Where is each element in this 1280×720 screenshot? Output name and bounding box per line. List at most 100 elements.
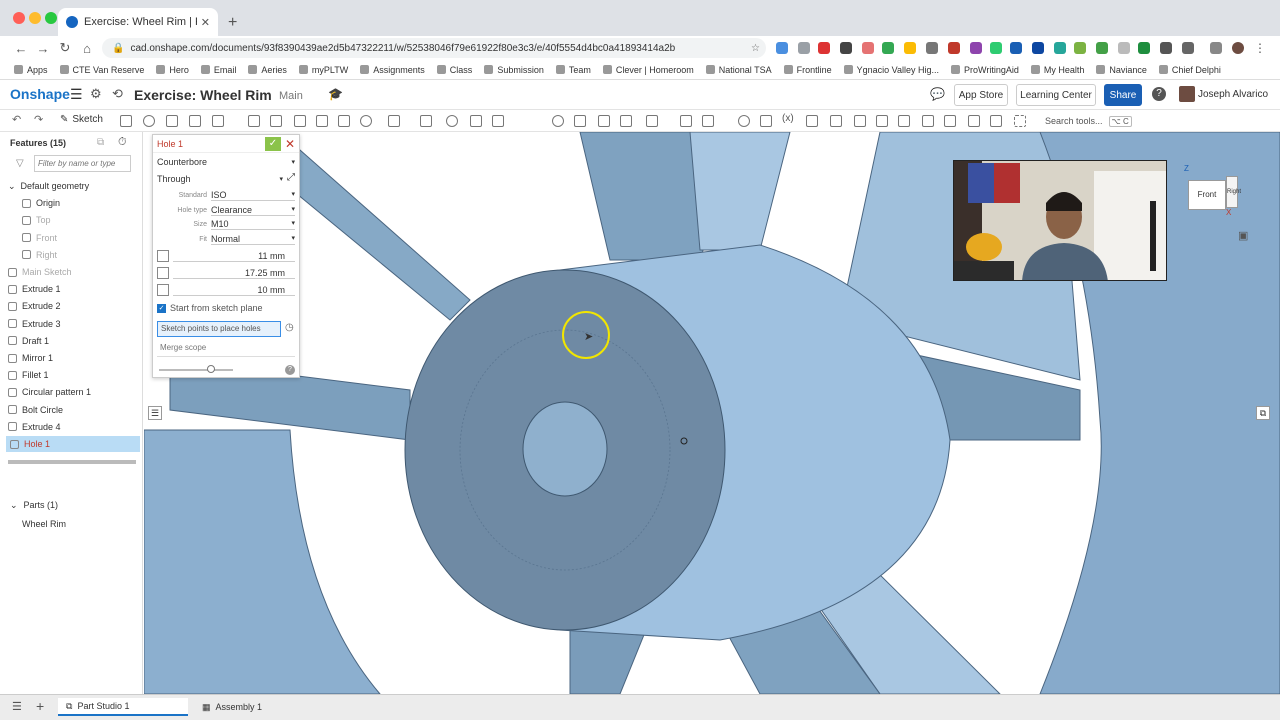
- cancel-x-icon[interactable]: ✕: [285, 137, 295, 151]
- extension-icon[interactable]: [1054, 42, 1066, 54]
- sweep-icon[interactable]: [166, 115, 178, 127]
- feature-item[interactable]: Bolt Circle: [8, 402, 63, 418]
- extension-icon[interactable]: [776, 42, 788, 54]
- helix-icon[interactable]: [738, 115, 750, 127]
- extension-icon[interactable]: [1160, 42, 1172, 54]
- close-window-button[interactable]: [13, 12, 25, 24]
- feature-item[interactable]: Draft 1: [8, 333, 49, 349]
- boolean-icon[interactable]: [446, 115, 458, 127]
- flip-direction-icon[interactable]: ⤢: [287, 172, 295, 183]
- draft-icon[interactable]: [294, 115, 306, 127]
- feature-item[interactable]: Fillet 1: [8, 367, 49, 383]
- fillet-icon[interactable]: [248, 115, 260, 127]
- extrude-icon[interactable]: [120, 115, 132, 127]
- sketch-button[interactable]: ✎ Sketch: [60, 114, 103, 125]
- bookmark-item[interactable]: ProWritingAid: [951, 65, 1019, 75]
- bookmark-item[interactable]: Naviance: [1096, 65, 1147, 75]
- feature-item[interactable]: ⌄ Default geometry: [8, 178, 89, 194]
- scope-slider[interactable]: [159, 365, 233, 373]
- view-cube-front-face[interactable]: Front: [1188, 180, 1226, 210]
- bookmark-item[interactable]: Aeries: [248, 65, 287, 75]
- hole-type-row[interactable]: Hole type Clearance ▾: [157, 203, 295, 217]
- variable-icon[interactable]: (x): [782, 113, 794, 124]
- view-cube[interactable]: Z Front Right X: [1184, 160, 1248, 217]
- thicken-icon[interactable]: [212, 115, 224, 127]
- extension-icon[interactable]: [904, 42, 916, 54]
- extension-icon[interactable]: [926, 42, 938, 54]
- extension-icon[interactable]: [1138, 42, 1150, 54]
- custom-feature-icon[interactable]: [1014, 115, 1026, 127]
- chrome-menu-icon[interactable]: ⋮: [1254, 42, 1266, 54]
- extension-icon[interactable]: [798, 42, 810, 54]
- url-field[interactable]: 🔒 cad.onshape.com/documents/93f8390439ae…: [102, 38, 766, 58]
- add-feature-icon[interactable]: ⧉: [97, 137, 104, 148]
- delete-part-icon[interactable]: [552, 115, 564, 127]
- feature-item[interactable]: Mirror 1: [8, 350, 53, 366]
- share-button[interactable]: Share: [1104, 84, 1142, 106]
- comments-icon[interactable]: 💬: [930, 87, 945, 101]
- merge-scope-field[interactable]: Merge scope: [157, 343, 295, 357]
- search-tools-field[interactable]: Search tools... ⌥ C: [1040, 112, 1132, 130]
- checkbox-checked-icon[interactable]: ✓: [157, 303, 166, 313]
- counterbore-diameter-field[interactable]: 17.25 mm: [157, 266, 295, 280]
- slider-thumb[interactable]: [206, 365, 215, 373]
- fit-spline-icon[interactable]: [760, 115, 772, 127]
- extension-icon[interactable]: [1096, 42, 1108, 54]
- user-avatar[interactable]: [1179, 86, 1195, 102]
- view-options-cube-icon[interactable]: ▣: [1238, 229, 1248, 242]
- bookmark-star-icon[interactable]: ☆: [751, 43, 760, 54]
- learning-center-button[interactable]: Learning Center: [1016, 84, 1096, 106]
- pattern-icon[interactable]: [388, 115, 400, 127]
- bookmark-item[interactable]: CTE Van Reserve: [59, 65, 144, 75]
- parts-header[interactable]: ⌄ Parts (1): [10, 500, 58, 511]
- extension-icon[interactable]: [948, 42, 960, 54]
- clock-icon[interactable]: ◷: [285, 322, 294, 333]
- bend-relief-icon[interactable]: [968, 115, 980, 127]
- tab-list-icon[interactable]: ☰: [12, 700, 22, 713]
- onshape-logo[interactable]: Onshape: [10, 86, 70, 102]
- bookmark-item[interactable]: Email: [200, 65, 236, 75]
- mate-connector-icon[interactable]: [702, 115, 714, 127]
- bookmark-item[interactable]: My Health: [1030, 65, 1084, 75]
- help-icon[interactable]: ?: [1152, 87, 1166, 101]
- forward-icon[interactable]: →: [32, 41, 54, 56]
- app-store-button[interactable]: App Store: [954, 84, 1008, 106]
- tab-close-icon[interactable]: ✕: [201, 16, 210, 29]
- rollback-clock-icon[interactable]: ⏱: [118, 136, 127, 149]
- feature-item[interactable]: Right: [22, 247, 57, 263]
- versions-icon[interactable]: ⟲: [112, 86, 123, 102]
- extension-icon[interactable]: [1032, 42, 1044, 54]
- feature-item[interactable]: Extrude 2: [8, 298, 61, 314]
- feature-item[interactable]: Extrude 1: [8, 281, 61, 297]
- bookmark-item[interactable]: Clever | Homeroom: [602, 65, 694, 75]
- bookmark-item[interactable]: Hero: [156, 65, 189, 75]
- move-face-icon[interactable]: [598, 115, 610, 127]
- feature-item[interactable]: Top: [22, 212, 51, 228]
- tab-assembly[interactable]: ▦ Assembly 1: [194, 698, 324, 716]
- start-from-sketch-checkbox-row[interactable]: ✓ Start from sketch plane: [157, 301, 295, 315]
- measure-icon[interactable]: [806, 115, 818, 127]
- feature-item[interactable]: Origin: [22, 195, 60, 211]
- menu-icon[interactable]: ☰: [70, 86, 83, 103]
- feature-item[interactable]: Extrude 4: [8, 419, 61, 435]
- corner-icon[interactable]: [944, 115, 956, 127]
- extension-icon[interactable]: [840, 42, 852, 54]
- hole-icon[interactable]: [360, 115, 372, 127]
- extension-icon[interactable]: [862, 42, 874, 54]
- document-tree-icon[interactable]: ⚙: [90, 86, 102, 102]
- bookmark-item[interactable]: Ygnacio Valley Hig...: [843, 65, 939, 75]
- accept-checkmark-icon[interactable]: ✓: [264, 136, 281, 151]
- learning-badge-icon[interactable]: 🎓: [328, 87, 343, 101]
- finish-sheet-metal-icon[interactable]: [990, 115, 1002, 127]
- back-icon[interactable]: ←: [10, 41, 32, 56]
- tab-icon[interactable]: [876, 115, 888, 127]
- tab-part-studio[interactable]: ⧉ Part Studio 1: [58, 698, 188, 716]
- feature-filter-input[interactable]: [34, 155, 131, 172]
- sketch-points-selector[interactable]: Sketch points to place holes: [157, 321, 281, 337]
- help-icon[interactable]: ?: [285, 365, 295, 375]
- termination-select[interactable]: Through ▾: [157, 172, 283, 186]
- home-icon[interactable]: ⌂: [76, 41, 98, 56]
- extension-icon[interactable]: [970, 42, 982, 54]
- rollback-bar[interactable]: [8, 460, 136, 464]
- rib-icon[interactable]: [316, 115, 328, 127]
